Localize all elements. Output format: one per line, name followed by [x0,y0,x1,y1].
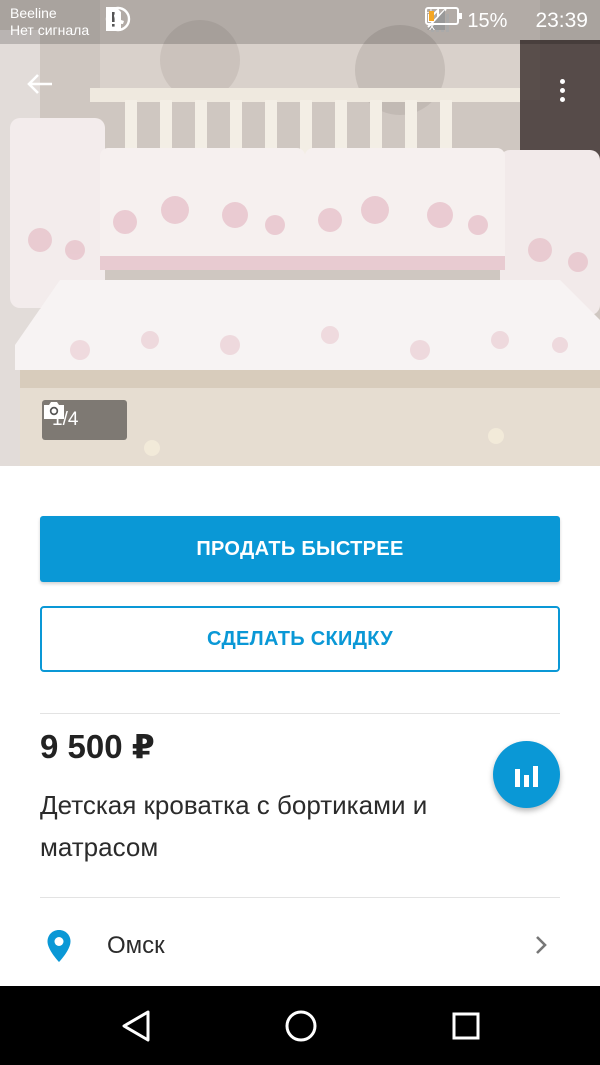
triangle-back-icon [122,1010,150,1042]
bar-chart-icon [514,765,538,787]
circle-home-icon [285,1010,317,1042]
battery-percent: 15% [467,9,508,32]
chevron-right-icon [534,934,548,961]
more-dot-icon [559,78,565,84]
divider [40,713,560,714]
location-city: Омск [107,932,165,959]
location-pin-icon [40,929,80,963]
nav-recents-button[interactable] [446,1006,486,1046]
more-dot-icon [559,87,565,93]
listing-title: Детская кроватка с бортиками и матрасом [40,790,428,862]
more-dot-icon [559,96,565,102]
arrow-left-icon [27,74,52,94]
statistics-button[interactable] [493,741,560,808]
clock: 23:39 [535,9,588,32]
carrier-info: Beeline Нет сигнала [10,5,89,39]
listing-price: 9 500 ₽ [40,728,155,765]
make-discount-button[interactable]: СДЕЛАТЬ СКИДКУ [40,606,560,672]
crib-photo-image [0,0,600,466]
screen: Beeline Нет сигнала H x 15% 23:39 1/4 ПР… [0,0,600,1065]
listing-photo[interactable]: Beeline Нет сигнала H x 15% 23:39 1/4 [0,0,600,466]
photo-counter: 1/4 [42,400,127,440]
signal-status: Нет сигнала [10,22,90,38]
system-nav-bar [0,986,600,1065]
divider [40,897,560,898]
carrier-name: Beeline [10,5,57,21]
sell-faster-button[interactable]: ПРОДАТЬ БЫСТРЕЕ [40,516,560,582]
more-options-button[interactable] [552,70,572,110]
back-button[interactable] [26,72,66,108]
location-row[interactable]: Омск [40,906,560,986]
system-icons: H x 15% 23:39 [425,6,588,36]
camera-icon [44,402,64,419]
nav-back-button[interactable] [116,1006,156,1046]
status-bar: Beeline Нет сигнала H x 15% 23:39 [0,0,600,44]
nav-home-button[interactable] [281,1006,321,1046]
square-recents-icon [452,1012,480,1040]
